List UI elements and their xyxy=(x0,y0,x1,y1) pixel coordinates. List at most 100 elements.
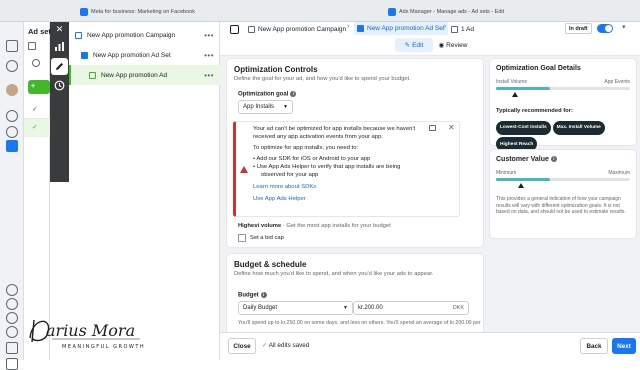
warning-icon xyxy=(240,166,248,173)
row-checkbox[interactable]: ✓ xyxy=(24,101,50,119)
customer-value-card: Customer Value i Minimum Maximum This pro… xyxy=(490,150,636,238)
notice-line: To optimize for app installs, you need t… xyxy=(253,145,359,151)
tree-item-label: New App promotion Ad xyxy=(101,71,168,79)
chevron-down-icon: ▼ xyxy=(283,104,288,110)
bell-icon[interactable] xyxy=(6,298,18,310)
more-options-icon[interactable]: ▾ xyxy=(622,23,626,31)
browser-tab-right[interactable]: Ads Manager - Manage ads - Ad sets - Edi… xyxy=(388,4,504,19)
tree-item-label: New App promotion Campaign xyxy=(87,31,176,39)
breadcrumb-ad-set[interactable]: New App promotion Ad Set xyxy=(354,22,448,35)
budget-note: You'll spend up to kr.250.00 on some day… xyxy=(238,320,481,326)
avatar[interactable] xyxy=(6,84,18,96)
customer-value-bar xyxy=(496,178,630,181)
breadcrumb-separator: › xyxy=(444,23,447,30)
more-options-icon[interactable]: ••• xyxy=(204,31,214,40)
gear-icon[interactable] xyxy=(6,284,18,296)
app-ads-helper-link[interactable]: Use App Ads Helper xyxy=(253,196,306,204)
search-icon[interactable] xyxy=(6,312,18,324)
pill-highest-reach: Highest Reach xyxy=(496,137,538,151)
tab-review[interactable]: ◉ Review xyxy=(433,38,473,52)
ads-manager-icon xyxy=(388,7,396,16)
ad-set-icon xyxy=(81,51,88,59)
smiley-icon[interactable] xyxy=(6,110,18,122)
create-button[interactable]: + xyxy=(28,80,50,94)
recommended-title: Typically recommended for: xyxy=(496,108,573,114)
goal-scale-bar xyxy=(496,87,630,90)
optimization-subtitle: Define the goal for your ad, and how you… xyxy=(234,76,411,82)
tab-review-label: Review xyxy=(446,41,468,49)
more-options-icon[interactable]: ••• xyxy=(204,51,214,60)
save-status: ✓ All edits saved xyxy=(262,342,310,349)
breadcrumb-label: New App promotion Ad Set xyxy=(367,25,445,32)
edit-mode-button[interactable] xyxy=(51,58,68,75)
svg-text:arius Mora: arius Mora xyxy=(46,321,135,340)
breadcrumb-campaign[interactable]: New App promotion Campaign xyxy=(248,23,346,35)
editor-footer: Close ✓ All edits saved Back Next xyxy=(220,332,640,360)
currency-label: DKK xyxy=(452,305,464,311)
browser-tab-left-label: Meta for business: Marketing on Facebook xyxy=(91,8,195,15)
browser-tab-bar: Meta for business: Marketing on Facebook… xyxy=(0,0,640,22)
tree-item-ad[interactable]: New App promotion Ad ••• xyxy=(69,65,220,85)
help-icon[interactable] xyxy=(6,326,18,338)
toggle-panel-icon[interactable] xyxy=(230,25,239,34)
notice-bullet: • Use App Ads Helper to verify that app … xyxy=(253,164,401,170)
pencil-icon xyxy=(56,63,63,70)
budget-label: Budget i xyxy=(238,292,267,299)
notice-bullet-cont: observed for your app xyxy=(261,172,319,178)
row-checkbox-selected[interactable]: ✓ xyxy=(24,119,50,137)
optimization-title: Optimization Controls xyxy=(234,65,318,74)
meta-icon xyxy=(80,7,88,16)
customer-value-title: Customer Value i xyxy=(496,156,557,163)
home-icon[interactable] xyxy=(6,40,18,52)
close-icon[interactable]: ✕ xyxy=(448,123,455,132)
learn-more-sdks-link[interactable]: Learn more about SDKs xyxy=(253,184,316,192)
clock-icon[interactable] xyxy=(6,126,18,138)
bug-icon[interactable] xyxy=(6,342,18,354)
grid-icon[interactable] xyxy=(6,140,18,152)
campaign-folder-icon xyxy=(248,25,255,33)
toggle-switch[interactable] xyxy=(597,24,613,33)
budget-subtitle: Define how much you'd like to spend, and… xyxy=(234,271,434,277)
account-icon[interactable] xyxy=(6,60,18,72)
ad-icon xyxy=(451,25,458,33)
browser-tab-left[interactable]: Meta for business: Marketing on Facebook xyxy=(80,4,195,19)
optimization-goal-label: Optimization goal i xyxy=(238,91,297,98)
optimization-goal-dropdown[interactable]: App Installs ▼ xyxy=(238,100,293,114)
bid-cap-checkbox[interactable] xyxy=(238,234,246,242)
feedback-icon[interactable] xyxy=(429,125,436,131)
editor-header: New App promotion Campaign › New App pro… xyxy=(220,22,640,56)
ad-set-icon xyxy=(357,25,364,32)
pill-lowest-cost: Lowest-Cost Installs xyxy=(496,120,551,135)
tree-item-ad-set[interactable]: New App promotion Ad Set ••• xyxy=(69,45,220,65)
chevron-down-icon: ▼ xyxy=(343,305,348,311)
left-nav-rail xyxy=(0,22,24,370)
install-volume-label: Install Volume xyxy=(496,79,528,85)
budget-type-dropdown[interactable]: Daily Budget ▼ xyxy=(238,301,353,315)
breadcrumb-label: New App promotion Campaign xyxy=(258,25,347,33)
chart-icon[interactable] xyxy=(54,41,65,52)
search-icon[interactable] xyxy=(32,59,40,67)
breadcrumb-ad[interactable]: 1 Ad xyxy=(451,23,474,35)
more-options-icon[interactable]: ••• xyxy=(204,71,214,80)
main-editor: Optimization Controls Define the goal fo… xyxy=(220,56,486,332)
goal-details-title: Optimization Goal Details xyxy=(496,65,581,72)
close-button[interactable]: Close xyxy=(228,338,256,354)
info-icon: i xyxy=(290,91,297,97)
close-icon[interactable]: ✕ xyxy=(54,24,65,35)
maximum-label: Maximum xyxy=(608,170,630,176)
scale-marker-icon xyxy=(518,183,524,188)
next-button[interactable]: Next xyxy=(612,338,636,354)
info-icon: i xyxy=(550,156,557,163)
checkmark-icon: ✓ xyxy=(262,342,268,349)
budget-amount-input[interactable]: kr.200.00 DKK xyxy=(353,301,469,315)
breadcrumb-separator: › xyxy=(347,23,350,30)
highest-volume-strategy: Highest volume · Get the most app instal… xyxy=(238,223,391,229)
history-icon[interactable] xyxy=(54,80,65,91)
tree-item-campaign[interactable]: New App promotion Campaign ••• xyxy=(69,25,220,45)
folder-icon[interactable] xyxy=(28,42,36,50)
dropdown-value: App Installs xyxy=(243,104,275,110)
details-panel: Optimization Goal Details Install Volume… xyxy=(486,56,640,332)
signature-logo: arius Mora MEANINGFUL GROWTH xyxy=(29,319,144,350)
back-button[interactable]: Back xyxy=(580,338,608,354)
tab-edit[interactable]: ✎ Edit xyxy=(395,38,433,52)
